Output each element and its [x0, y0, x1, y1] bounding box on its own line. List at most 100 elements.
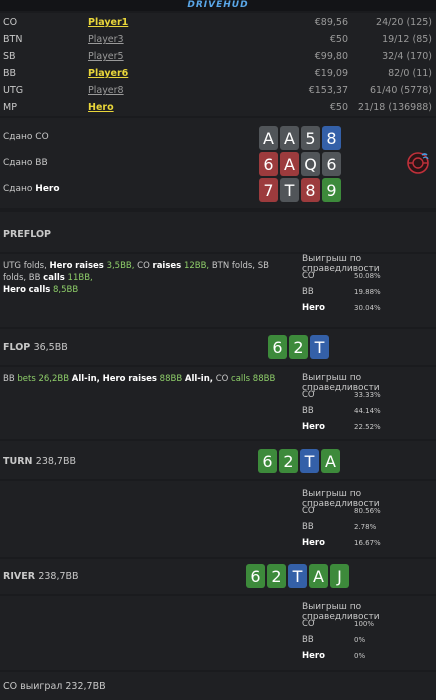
action-part: UTG folds, — [3, 261, 47, 271]
dealt-player: CO — [35, 132, 49, 142]
street-title: PREFLOP — [3, 229, 52, 240]
equity-player: BB — [302, 287, 314, 297]
equity-table: Выигрыш по справедливости CO 50.08% BB 19.… — [302, 254, 436, 316]
action-player: Hero — [3, 285, 26, 295]
action-amount: 11BB, — [67, 273, 93, 283]
equity-row: Hero 0% — [302, 648, 436, 664]
players-section: CO Player1 €89,56 24/20 (125) BTN Player… — [0, 13, 436, 116]
action-allin: All-in, — [184, 374, 213, 384]
player-name-link[interactable]: Hero — [88, 102, 114, 113]
equity-value: 22.52% — [354, 423, 381, 431]
action-text: UTG folds, Hero raises 3,5BB, CO raises … — [3, 260, 293, 296]
card: A — [280, 152, 299, 176]
brand-logo: DRIVEHUD — [0, 0, 436, 11]
equity-player: Hero — [302, 651, 325, 661]
winner-amount: 232,7BB — [65, 681, 106, 692]
equity-header: Выигрыш по справедливости — [302, 602, 380, 622]
equity-row: Hero 16.67% — [302, 535, 436, 551]
action-amount: 88BB — [159, 374, 183, 384]
player-row: CO Player1 €89,56 24/20 (125) — [0, 15, 436, 32]
action-player: BB — [3, 374, 15, 384]
turn-equity-section: Выигрыш по справедливости CO 80.56% BB 2.7… — [0, 481, 436, 557]
equity-value: 0% — [354, 636, 366, 644]
card: 8 — [322, 126, 341, 150]
river-equity-section: Выигрыш по справедливости CO 100% BB 0% He… — [0, 596, 436, 670]
action-verb: calls — [43, 273, 65, 283]
action-player: CO — [137, 261, 150, 271]
action-part: BTN folds, — [211, 261, 255, 271]
card: 8 — [301, 178, 320, 202]
player-name-link[interactable]: Player1 — [88, 17, 128, 28]
action-amount: 8,5BB — [53, 285, 79, 295]
player-position: BB — [3, 68, 17, 79]
equity-row: BB 44.14% — [302, 403, 436, 419]
action-verb: raises — [128, 374, 157, 384]
result-text: CO выиграл 232,7BB — [3, 681, 106, 692]
player-name-link[interactable]: Player6 — [88, 68, 128, 79]
replayer-icon[interactable] — [406, 151, 430, 175]
player-name-link[interactable]: Player8 — [88, 85, 124, 96]
dealt-label: Сдано CO — [3, 132, 49, 142]
card: T — [300, 449, 319, 473]
equity-value: 30.04% — [354, 304, 381, 312]
turn-header: TURN 238,7BB 6 2 T A — [0, 441, 436, 479]
board-cards: 6 2 T A — [258, 449, 340, 473]
equity-row: CO 80.56% — [302, 503, 436, 519]
street-title: RIVER 238,7BB — [3, 571, 79, 582]
equity-player: Hero — [302, 538, 325, 548]
player-stats: 19/12 (85) — [382, 34, 432, 45]
equity-table: Выигрыш по справедливости CO 100% BB 0% He… — [302, 602, 436, 664]
card: 5 — [301, 126, 320, 150]
equity-player: Hero — [302, 303, 325, 313]
equity-player: BB — [302, 522, 314, 532]
preflop-header: PREFLOP — [0, 212, 436, 252]
equity-row: Hero 30.04% — [302, 300, 436, 316]
equity-table: Выигрыш по справедливости CO 33.33% BB 44.… — [302, 373, 436, 435]
card: A — [309, 564, 328, 588]
flop-action-section: BB bets 26,2BB All-in, Hero raises 88BB … — [0, 367, 436, 439]
dealt-label-text: Сдано — [3, 184, 33, 194]
river-header: RIVER 238,7BB 6 2 T A J — [0, 559, 436, 594]
card: T — [288, 564, 307, 588]
equity-row: CO 33.33% — [302, 387, 436, 403]
player-row: MP Hero €50 21/18 (136988) — [0, 100, 436, 117]
player-name-link[interactable]: Player3 — [88, 34, 124, 45]
street-name: RIVER — [3, 571, 36, 582]
equity-player: CO — [302, 506, 315, 516]
equity-row: BB 19.88% — [302, 284, 436, 300]
player-position: MP — [3, 102, 17, 113]
winner-verb: выиграл — [20, 681, 63, 692]
street-title: FLOP 36,5BB — [3, 342, 68, 353]
action-amount: 3,5BB, — [106, 261, 135, 271]
brand-logo-text: DRIVEHUD — [187, 0, 249, 10]
player-bank: €19,09 — [314, 68, 348, 79]
dealt-player: BB — [35, 158, 48, 168]
equity-value: 0% — [354, 652, 366, 660]
card: 6 — [259, 152, 278, 176]
card: 9 — [322, 178, 341, 202]
equity-player: CO — [302, 619, 315, 629]
card: 6 — [258, 449, 277, 473]
equity-player: CO — [302, 390, 315, 400]
street-pot: 36,5BB — [33, 342, 68, 353]
equity-value: 44.14% — [354, 407, 381, 415]
board-cards: 6 2 T A J — [246, 564, 349, 588]
equity-player: BB — [302, 635, 314, 645]
equity-value: 2.78% — [354, 523, 377, 531]
player-position: UTG — [3, 85, 24, 96]
dealt-label: Сдано BB — [3, 158, 48, 168]
player-bank: €50 — [329, 34, 348, 45]
equity-table: Выигрыш по справедливости CO 80.56% BB 2.7… — [302, 489, 436, 551]
hole-cards: 7 T 8 9 — [259, 178, 341, 202]
action-player: Hero — [102, 374, 126, 384]
player-stats: 61/40 (5778) — [370, 85, 432, 96]
card: Q — [301, 152, 320, 176]
player-name-link[interactable]: Player5 — [88, 51, 124, 62]
player-stats: 24/20 (125) — [376, 17, 432, 28]
action-player: CO — [215, 374, 229, 384]
action-amount: 12BB, — [183, 261, 210, 271]
player-stats: 21/18 (136988) — [357, 102, 432, 113]
street-pot: 238,7BB — [35, 456, 77, 467]
dealt-player-hero: Hero — [35, 184, 60, 194]
equity-row: Hero 22.52% — [302, 419, 436, 435]
